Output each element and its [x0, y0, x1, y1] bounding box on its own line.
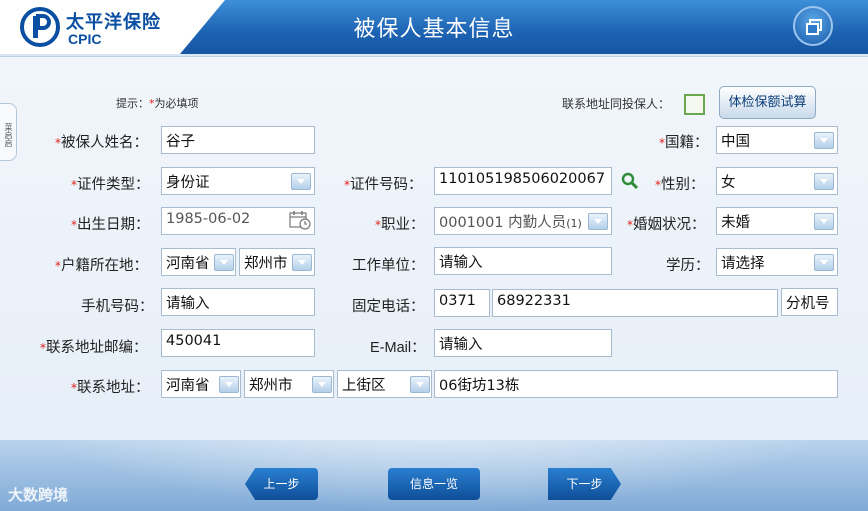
watermark: 大数跨境	[8, 486, 69, 504]
chevron-down-icon	[814, 173, 834, 190]
chevron-down-icon	[214, 254, 234, 271]
required-hint: 提示：*为必填项	[116, 95, 199, 111]
prev-step-button[interactable]: 上一步	[245, 468, 318, 500]
mobile-field[interactable]: 请输入	[161, 288, 315, 316]
occupation-select[interactable]: 0001001 内勤人员(1)	[434, 207, 612, 235]
phone-area-field[interactable]: 0371	[434, 289, 490, 317]
phone-ext-field[interactable]: 分机号	[781, 288, 838, 316]
chevron-down-icon	[291, 173, 311, 190]
calc-button[interactable]: 体检保额试算	[719, 86, 816, 119]
chevron-down-icon	[814, 132, 834, 149]
address-detail-field[interactable]: 06街坊13栋	[434, 370, 838, 398]
zip-field[interactable]: 450041	[161, 329, 315, 357]
search-icon[interactable]	[621, 172, 639, 190]
chevron-down-icon	[814, 213, 834, 230]
chevron-down-icon	[410, 376, 430, 393]
phone-label: 固定电话：	[352, 299, 425, 315]
window-switch-button[interactable]	[793, 6, 833, 46]
side-menu-tab[interactable]: 菜启启	[0, 103, 17, 161]
id-type-label: *证件类型：	[71, 177, 150, 193]
zip-label: *联系地址邮编：	[40, 340, 148, 356]
household-label: *户籍所在地：	[55, 258, 148, 274]
occupation-level: (1)	[566, 217, 582, 230]
birth-label: *出生日期：	[71, 217, 150, 233]
nationality-label: *国籍：	[659, 135, 709, 151]
occupation-label: *职业：	[375, 217, 425, 233]
name-field[interactable]: 谷子	[161, 126, 315, 154]
chevron-down-icon	[292, 254, 312, 271]
info-overview-button[interactable]: 信息一览	[388, 468, 480, 500]
hint-prefix: 提示：	[116, 97, 149, 110]
name-label: *被保人姓名：	[55, 135, 148, 151]
email-label: E-Mail：	[370, 340, 426, 356]
hint-text: 为必填项	[154, 97, 199, 110]
gender-label: *性别：	[655, 177, 705, 193]
app-header: 太平洋保险 CPIC 被保人基本信息	[0, 0, 868, 54]
email-field[interactable]: 请输入	[434, 329, 612, 357]
next-step-button[interactable]: 下一步	[548, 468, 621, 500]
education-label: 学历：	[666, 258, 710, 274]
marital-label: *婚姻状况：	[627, 217, 706, 233]
mobile-label: 手机号码：	[81, 299, 154, 315]
id-number-field[interactable]: 110105198506020067	[434, 167, 612, 195]
chevron-down-icon	[588, 213, 608, 230]
chevron-down-icon	[219, 376, 239, 393]
employer-label: 工作单位：	[352, 258, 425, 274]
chevron-down-icon	[312, 376, 332, 393]
calendar-icon[interactable]	[289, 210, 311, 230]
occupation-value: 0001001 内勤人员	[439, 215, 567, 231]
page-title: 被保人基本信息	[353, 17, 515, 42]
id-number-label: *证件号码：	[344, 177, 423, 193]
address-label: *联系地址：	[71, 380, 150, 396]
chevron-down-icon	[814, 254, 834, 271]
employer-field[interactable]: 请输入	[434, 247, 612, 275]
phone-number-field[interactable]: 68922331	[492, 289, 778, 317]
same-address-checkbox[interactable]	[684, 94, 705, 115]
window-restore-icon	[806, 19, 822, 35]
same-address-label: 联系地址同投保人：	[562, 97, 671, 111]
